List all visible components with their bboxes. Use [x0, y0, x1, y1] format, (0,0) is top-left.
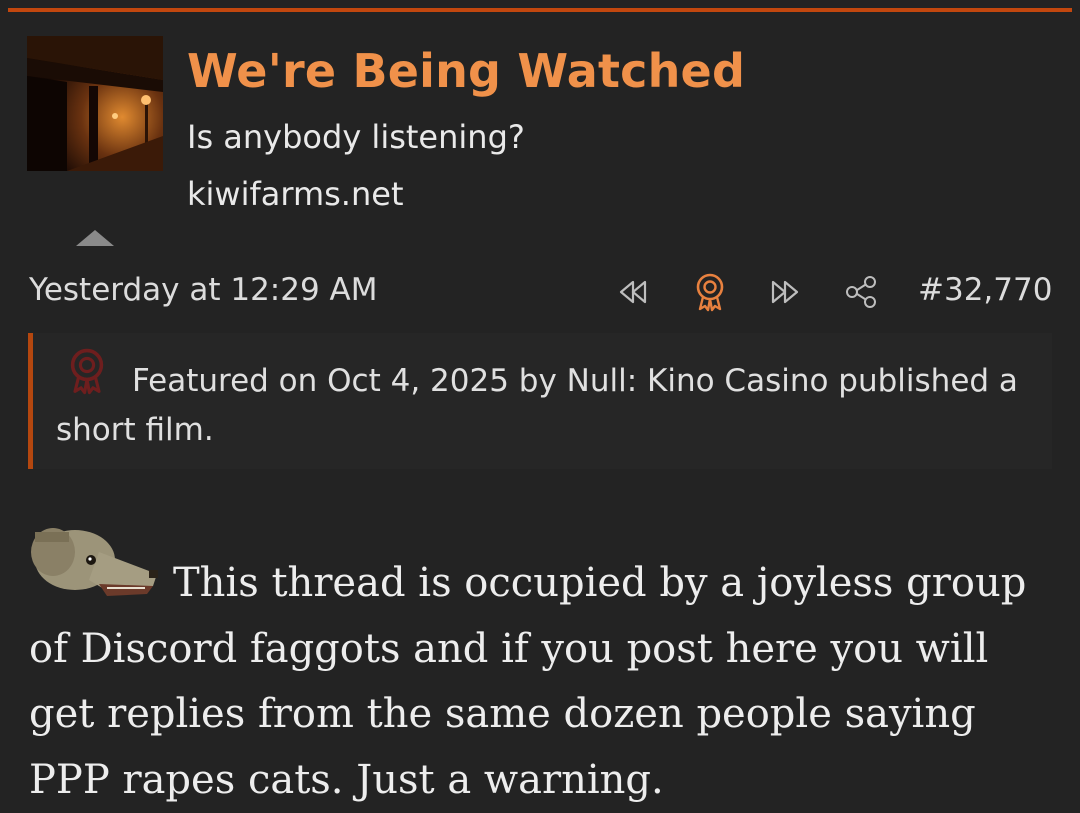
- share-button[interactable]: [840, 272, 882, 312]
- post-number-link[interactable]: #32,770: [918, 272, 1052, 308]
- post-body: This thread is occupied by a joyless gro…: [29, 522, 1059, 813]
- user-name-link[interactable]: We're Being Watched: [187, 44, 745, 98]
- user-site: kiwifarms.net: [187, 175, 404, 213]
- last-icon: [771, 280, 799, 304]
- user-avatar[interactable]: [27, 36, 163, 171]
- avatar-night-bridge-image: [27, 36, 163, 171]
- post-body-text: This thread is occupied by a joyless gro…: [29, 560, 1027, 803]
- featured-notice-text: Featured on Oct 4, 2025 by Null: Kino Ca…: [56, 363, 1018, 448]
- user-title: Is anybody listening?: [187, 118, 525, 156]
- first-post-button[interactable]: [612, 272, 656, 312]
- post-date-link[interactable]: Yesterday at 12:29 AM: [29, 272, 378, 308]
- pixel-dog-emoji: [29, 522, 159, 606]
- featured-button[interactable]: [690, 272, 730, 312]
- share-icon: [846, 276, 876, 308]
- last-post-button[interactable]: [762, 272, 806, 312]
- post-top-border: [8, 8, 1072, 12]
- user-card-caret-icon: [76, 230, 114, 246]
- featured-notice: Featured on Oct 4, 2025 by Null: Kino Ca…: [28, 333, 1052, 469]
- featured-ribbon-icon: [696, 273, 724, 312]
- featured-accent-bar: [28, 333, 33, 469]
- first-icon: [619, 280, 647, 304]
